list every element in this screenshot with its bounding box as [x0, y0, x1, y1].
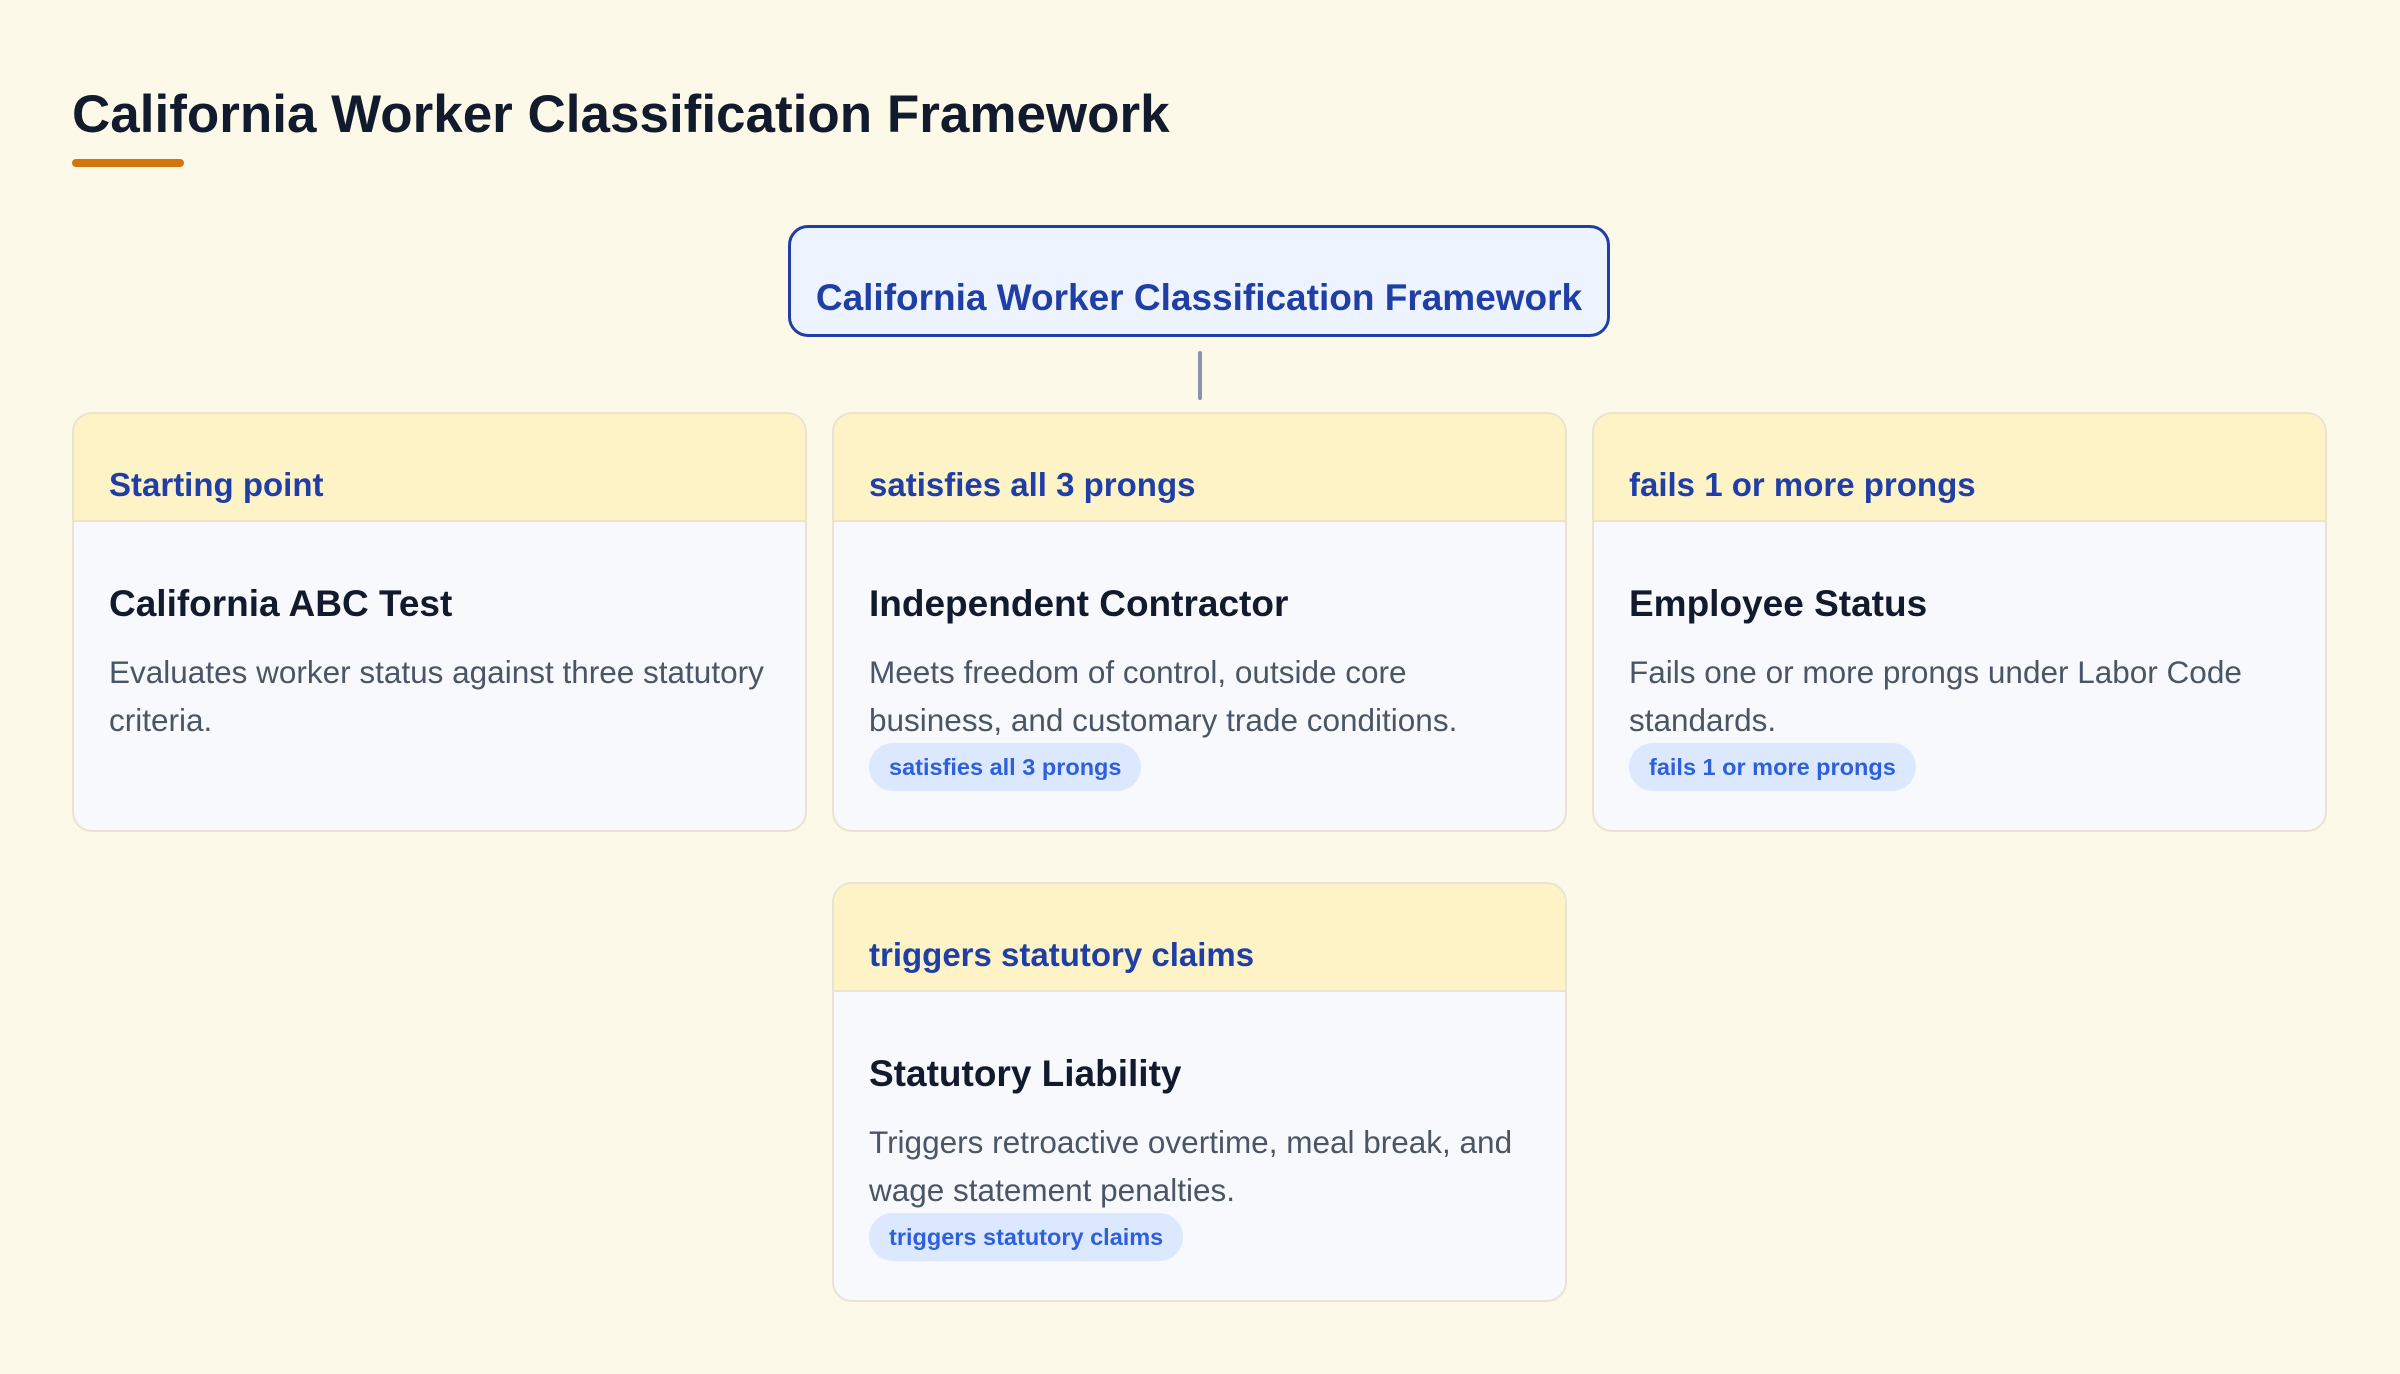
card-title: Statutory Liability — [869, 1053, 1182, 1094]
page-title: California Worker Classification Framewo… — [72, 85, 1170, 144]
card-header: satisfies all 3 prongs — [834, 414, 1565, 522]
card-description: Triggers retroactive overtime, meal brea… — [869, 1124, 1513, 1208]
card-statutory-liability: triggers statutory claims Statutory Liab… — [832, 882, 1567, 1302]
card-independent-contractor: satisfies all 3 prongs Independent Contr… — [832, 412, 1567, 832]
root-connector-line — [1198, 351, 1202, 400]
card-abc-test: Starting point California ABC Test Evalu… — [72, 412, 807, 832]
card-title: Employee Status — [1629, 583, 1928, 624]
card-description: Evaluates worker status against three st… — [109, 654, 764, 738]
card-title: California ABC Test — [109, 583, 453, 624]
card-header-label: Starting point — [109, 466, 324, 503]
title-underline — [72, 159, 184, 167]
card-description: Fails one or more prongs under Labor Cod… — [1629, 654, 2242, 738]
card-header: Starting point — [74, 414, 805, 522]
card-badge: satisfies all 3 prongs — [869, 743, 1142, 791]
card-title: Independent Contractor — [869, 583, 1289, 624]
root-node: California Worker Classification Framewo… — [788, 225, 1610, 337]
card-header: fails 1 or more prongs — [1594, 414, 2325, 522]
card-badge: fails 1 or more prongs — [1629, 743, 1916, 791]
card-description: Meets freedom of control, outside core b… — [869, 654, 1458, 738]
card-header-label: triggers statutory claims — [869, 936, 1255, 973]
card-employee-status: fails 1 or more prongs Employee Status F… — [1592, 412, 2327, 832]
card-badge: triggers statutory claims — [869, 1213, 1184, 1261]
root-node-label: California Worker Classification Framewo… — [815, 277, 1583, 318]
card-header-label: fails 1 or more prongs — [1629, 466, 1976, 503]
card-header: triggers statutory claims — [834, 884, 1565, 992]
card-header-label: satisfies all 3 prongs — [869, 466, 1196, 503]
